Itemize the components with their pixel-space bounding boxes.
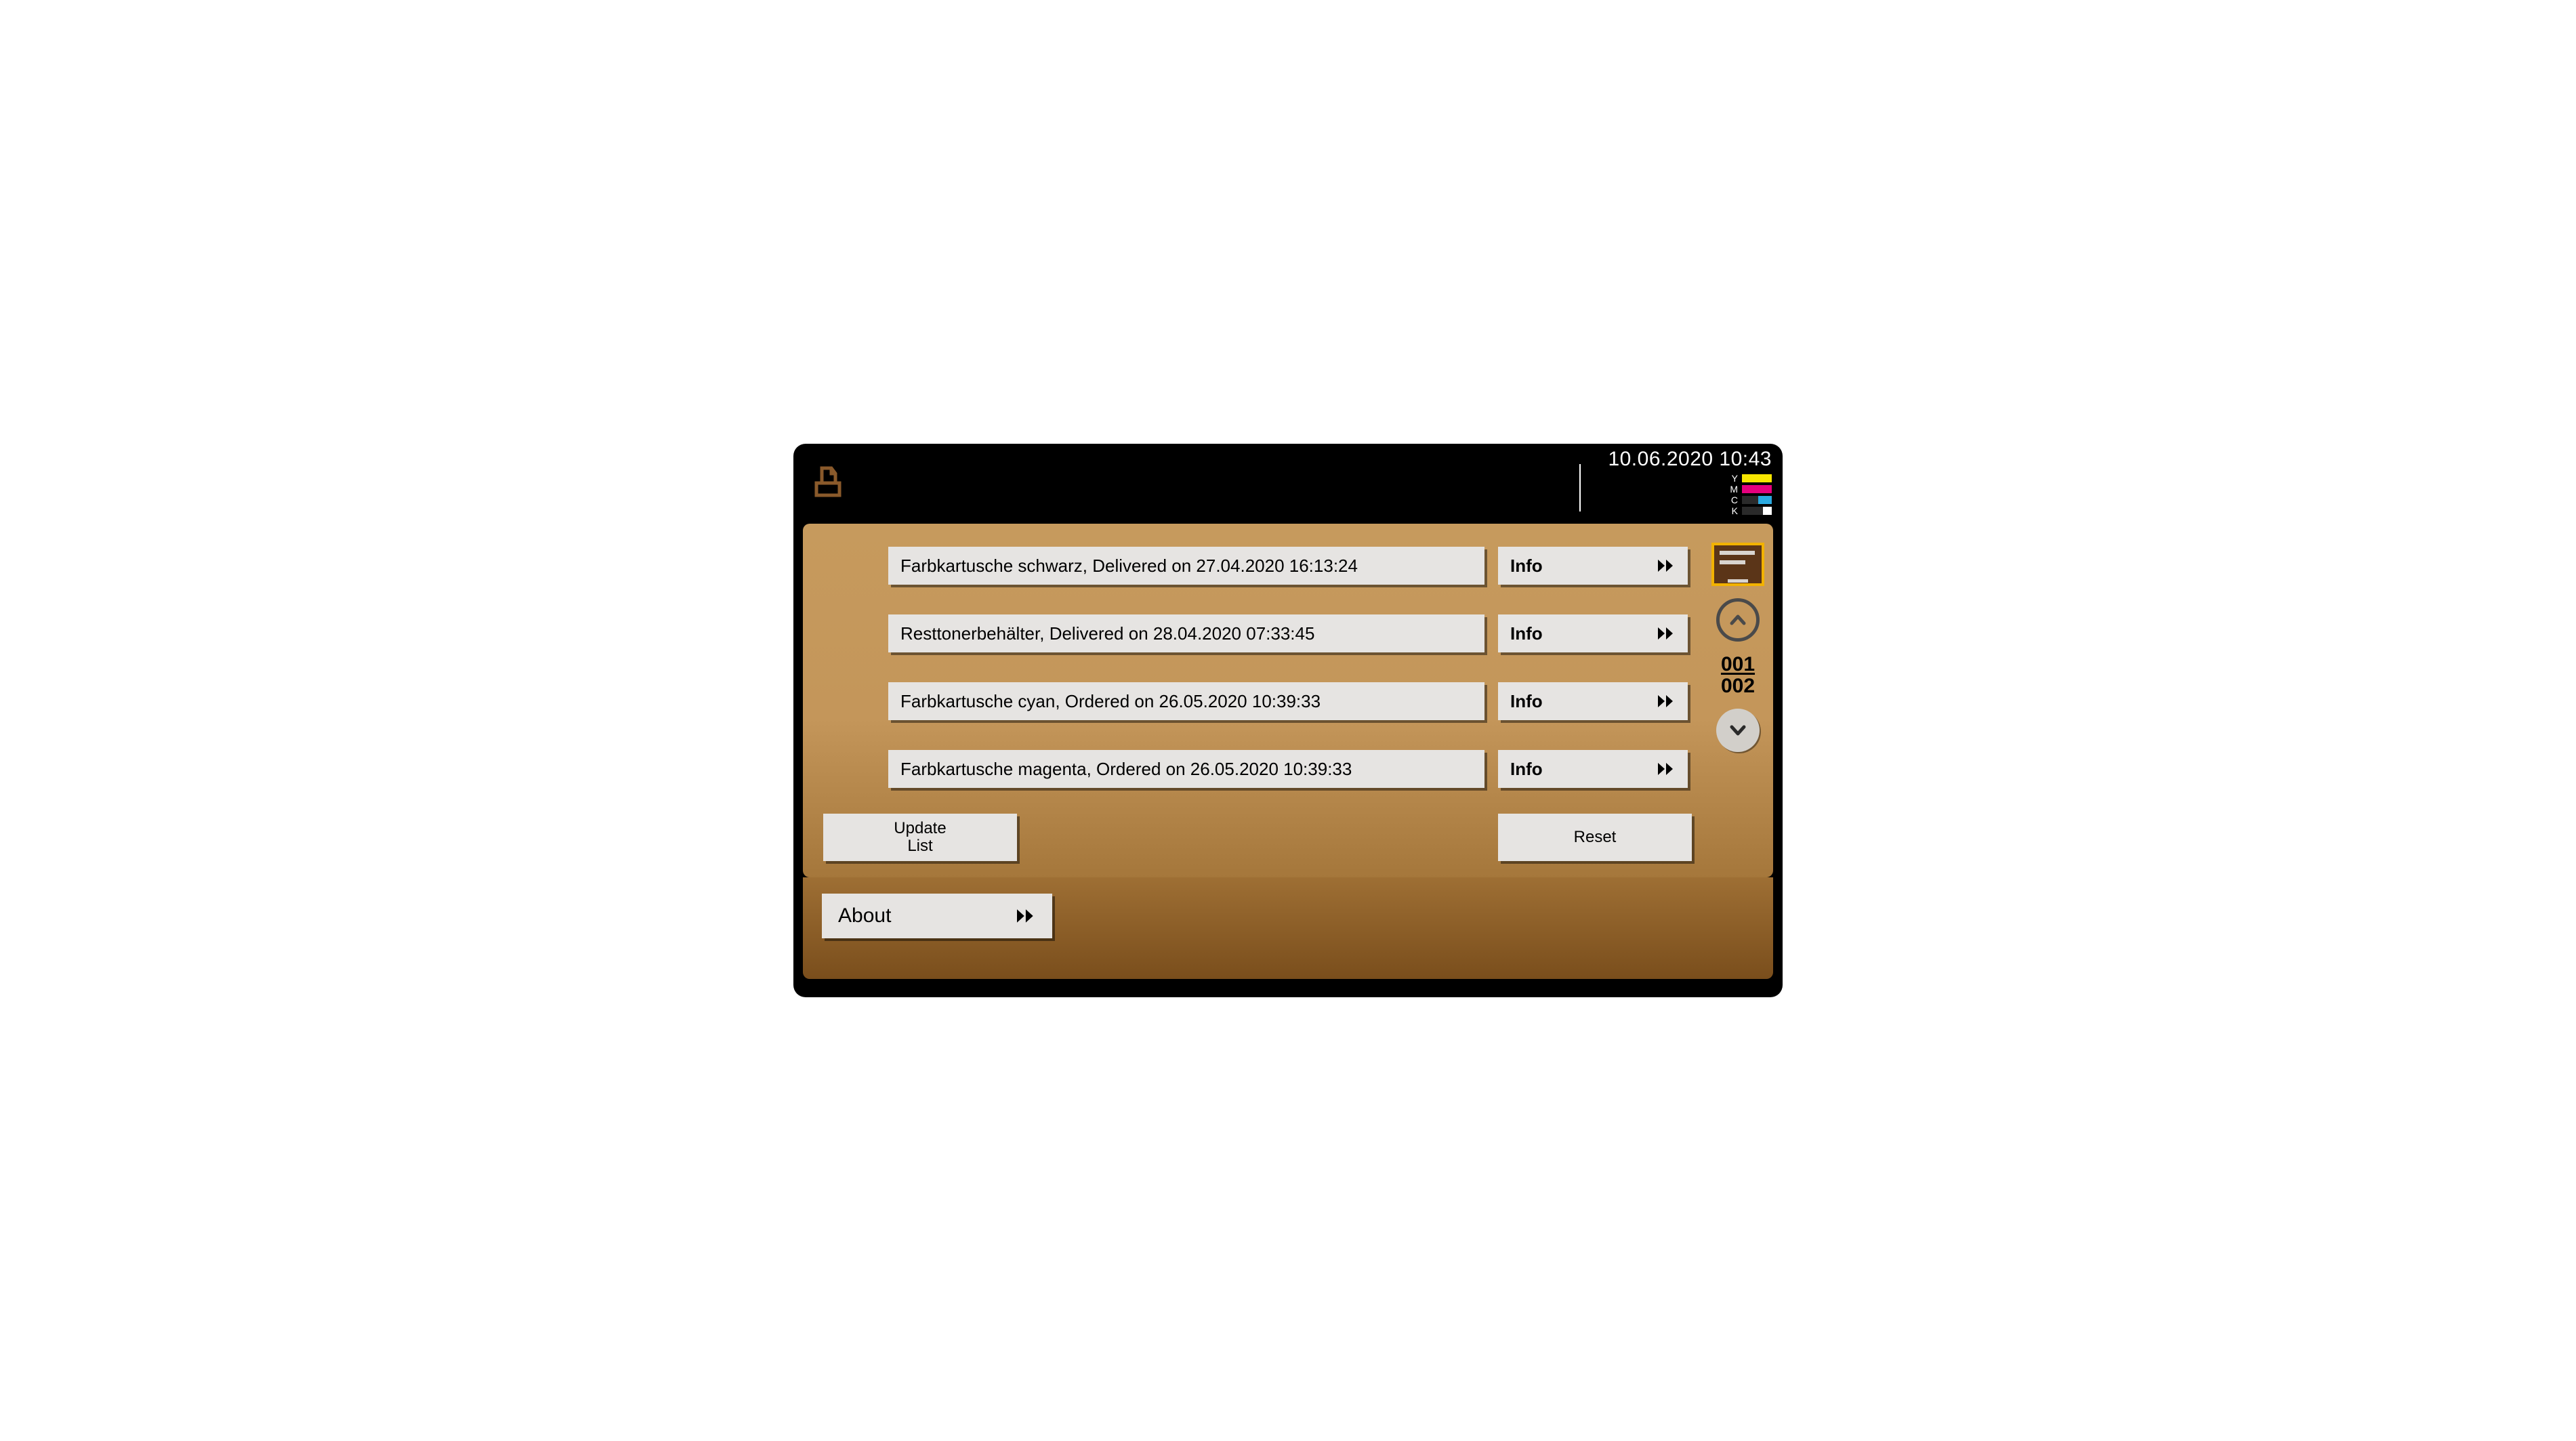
item-status: Resttonerbehälter, Delivered on 28.04.20… [888, 614, 1484, 652]
action-row: Update List Reset [823, 814, 1692, 861]
item-status: Farbkartusche cyan, Ordered on 26.05.202… [888, 682, 1484, 720]
item-status: Farbkartusche magenta, Ordered on 26.05.… [888, 750, 1484, 788]
info-label: Info [1510, 623, 1543, 644]
info-button[interactable]: Info [1498, 614, 1688, 652]
info-label: Info [1510, 691, 1543, 712]
toner-k: K [1728, 506, 1772, 516]
main-panel: Farbkartusche schwarz, Delivered on 27.0… [803, 524, 1773, 877]
header-bar: 10.06.2020 10:43 Y M C K [793, 444, 1783, 524]
printer-icon [793, 444, 861, 501]
update-line2: List [907, 837, 932, 855]
toner-m: M [1728, 484, 1772, 494]
about-label: About [838, 904, 891, 927]
list-row: Farbkartusche cyan, Ordered on 26.05.202… [888, 682, 1773, 720]
toner-c: C [1728, 495, 1772, 505]
list-view-icon[interactable] [1711, 543, 1764, 586]
footer-strip: About [803, 877, 1773, 979]
page-total: 002 [1721, 675, 1755, 697]
about-button[interactable]: About [822, 894, 1052, 938]
update-line1: Update [894, 819, 946, 837]
page-current: 001 [1721, 654, 1755, 675]
datetime: 10.06.2020 10:43 [1608, 448, 1772, 471]
reset-button[interactable]: Reset [1498, 814, 1692, 861]
item-status: Farbkartusche schwarz, Delivered on 27.0… [888, 547, 1484, 585]
fast-forward-icon [1658, 560, 1676, 572]
fast-forward-icon [1658, 763, 1676, 775]
toner-levels: Y M C K [1608, 474, 1772, 516]
info-label: Info [1510, 759, 1543, 780]
page-up-button[interactable] [1716, 598, 1760, 642]
list-row: Resttonerbehälter, Delivered on 28.04.20… [888, 614, 1773, 652]
header-divider [1579, 464, 1581, 511]
fast-forward-icon [1658, 627, 1676, 640]
list-row: Farbkartusche schwarz, Delivered on 27.0… [888, 547, 1773, 585]
info-button[interactable]: Info [1498, 682, 1688, 720]
info-button[interactable]: Info [1498, 750, 1688, 788]
page-indicator: 001 002 [1721, 654, 1755, 696]
list-row: Farbkartusche magenta, Ordered on 26.05.… [888, 750, 1773, 788]
page-down-button[interactable] [1716, 709, 1760, 752]
reset-label: Reset [1574, 829, 1617, 846]
device-frame: 10.06.2020 10:43 Y M C K [793, 444, 1783, 997]
fast-forward-icon [1658, 695, 1676, 707]
toner-y: Y [1728, 474, 1772, 483]
side-controls: 001 002 [1709, 543, 1766, 752]
info-label: Info [1510, 556, 1543, 577]
info-button[interactable]: Info [1498, 547, 1688, 585]
consumables-list: Farbkartusche schwarz, Delivered on 27.0… [803, 524, 1773, 788]
fast-forward-icon [1017, 909, 1036, 923]
update-list-button[interactable]: Update List [823, 814, 1017, 861]
